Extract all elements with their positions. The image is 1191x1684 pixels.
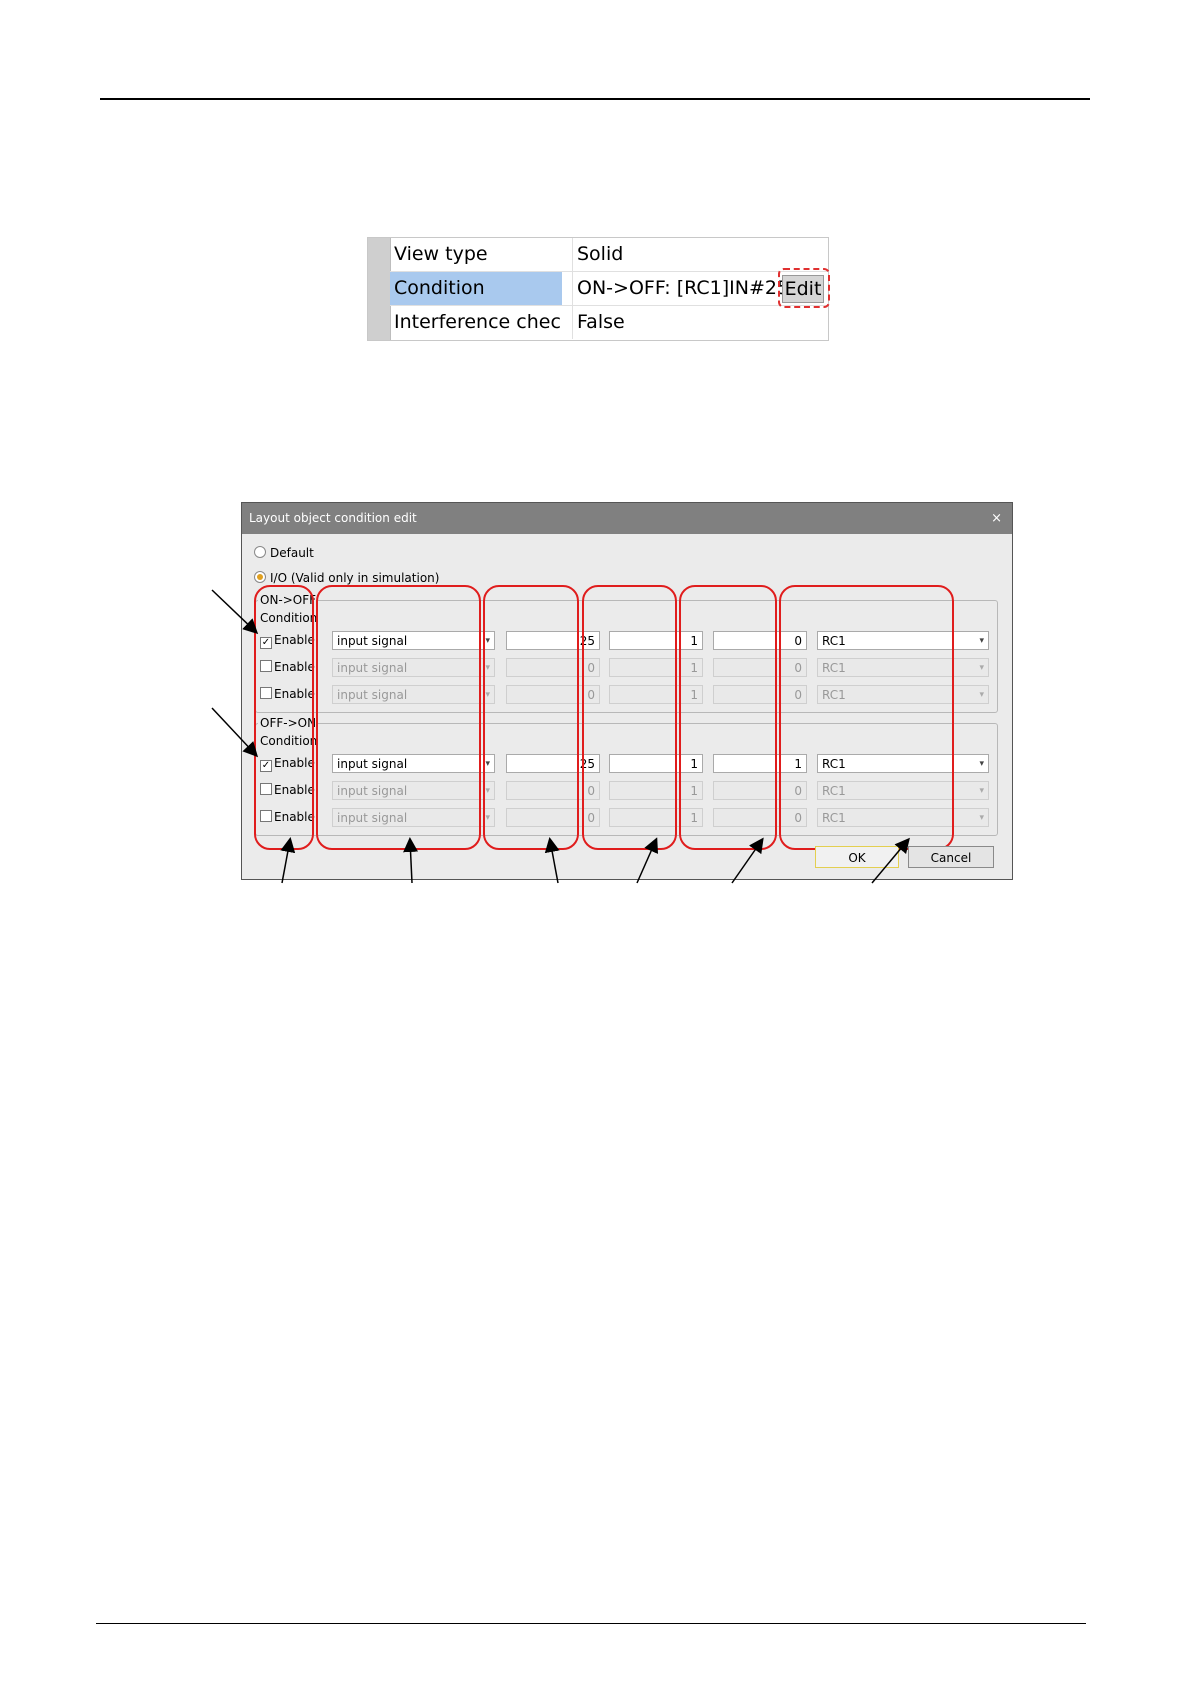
arrow-condition-on-off (211, 589, 259, 635)
arrow-io-type-column (403, 837, 419, 884)
annotation-arrows (211, 589, 910, 884)
footer-rule (96, 1623, 1086, 1624)
arrow-signal-value-column (731, 837, 764, 884)
arrow-bit-size-column (636, 837, 659, 884)
arrow-enable-column (280, 837, 296, 884)
arrow-condition-off-on (211, 707, 259, 758)
arrow-project-column (871, 837, 910, 884)
arrow-start-signal-column (544, 837, 560, 884)
